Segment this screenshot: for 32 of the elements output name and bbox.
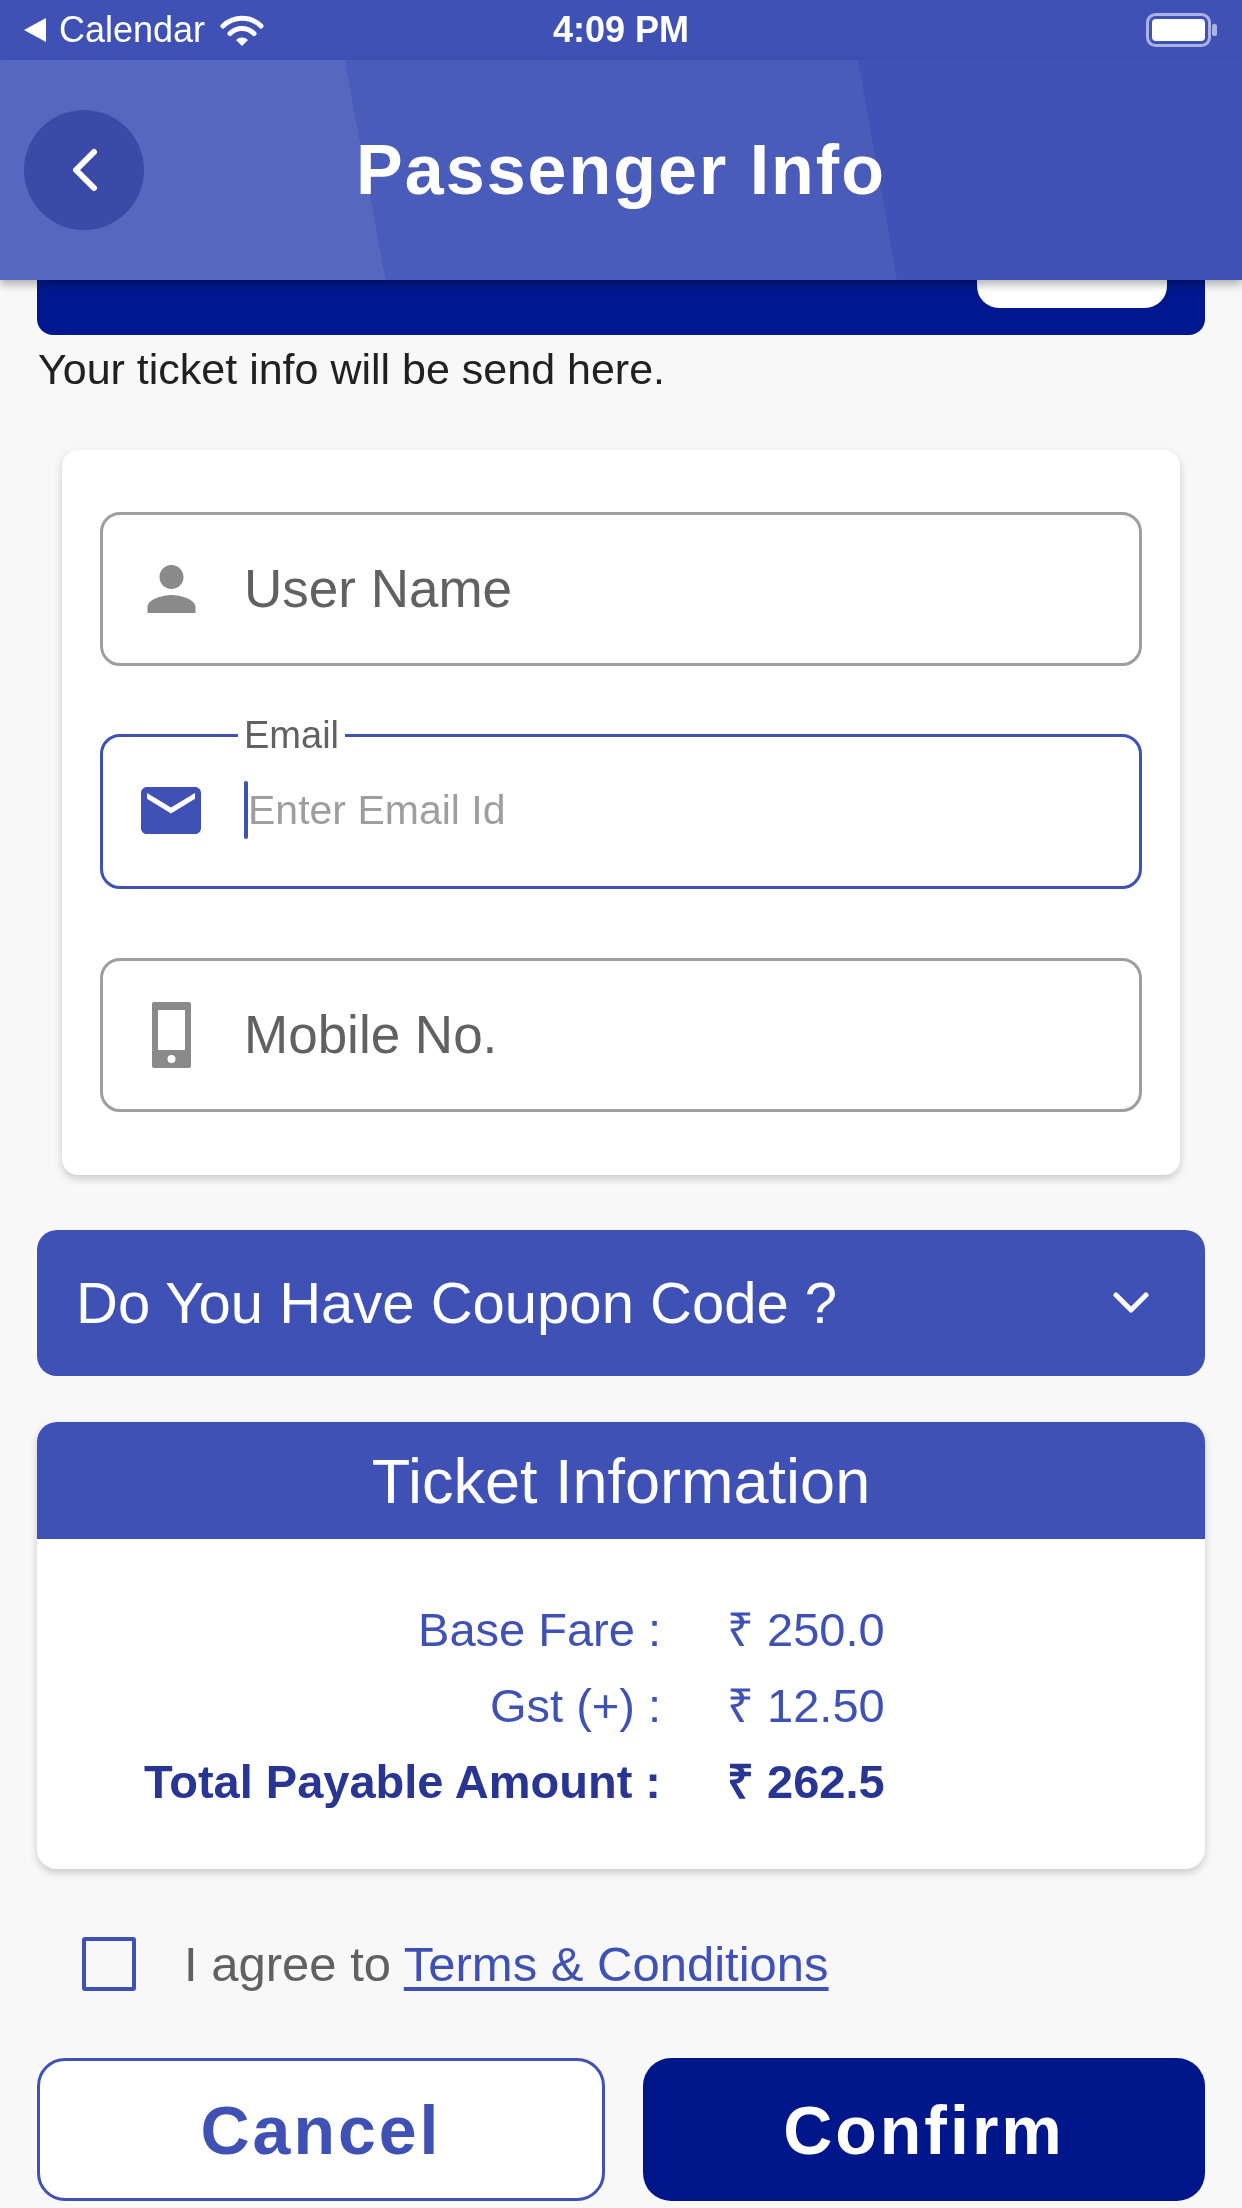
person-icon xyxy=(146,565,196,613)
phone-icon xyxy=(151,1002,191,1068)
fare-label: Total Payable Amount : xyxy=(142,1754,661,1810)
text-cursor-icon xyxy=(244,781,248,839)
chevron-left-icon xyxy=(70,148,98,192)
envelope-icon xyxy=(141,786,201,834)
terms-link[interactable]: Terms & Conditions xyxy=(403,1937,829,1991)
status-time: 4:09 PM xyxy=(552,8,690,52)
cancel-button[interactable]: Cancel xyxy=(37,2058,605,2201)
fare-value: ₹ 12.50 xyxy=(727,1678,886,1734)
fare-label: Base Fare : xyxy=(417,1602,661,1658)
text-field[interactable]: Mobile No. xyxy=(100,958,1142,1112)
page-title: Passenger Info xyxy=(356,130,886,211)
fare-value: ₹ 250.0 xyxy=(727,1602,886,1658)
confirm-button[interactable]: Confirm xyxy=(643,2058,1205,2201)
checkbox[interactable] xyxy=(82,1937,136,1991)
back-app-label[interactable]: Calendar xyxy=(59,8,206,52)
wifi-icon xyxy=(219,13,266,47)
notice-text: Your ticket info will be send here. xyxy=(38,345,666,393)
email-input[interactable]: Enter Email Id xyxy=(248,784,1119,836)
fare-label: Gst (+) : xyxy=(488,1678,661,1734)
fare-value: ₹ 262.5 xyxy=(727,1754,886,1810)
ticket-title: Ticket Information xyxy=(371,1444,871,1517)
agreement-text: I agree to Terms & Conditions xyxy=(184,1936,829,1993)
back-triangle-icon[interactable] xyxy=(24,18,46,42)
battery-icon xyxy=(1146,13,1218,47)
text-field[interactable]: User Name xyxy=(100,512,1142,666)
field-label: Mobile No. xyxy=(244,1004,498,1066)
banner-button[interactable] xyxy=(977,280,1167,308)
field-label: User Name xyxy=(244,558,512,620)
coupon-toggle[interactable]: Do You Have Coupon Code ? xyxy=(37,1230,1205,1376)
field-label: Email xyxy=(243,716,341,754)
